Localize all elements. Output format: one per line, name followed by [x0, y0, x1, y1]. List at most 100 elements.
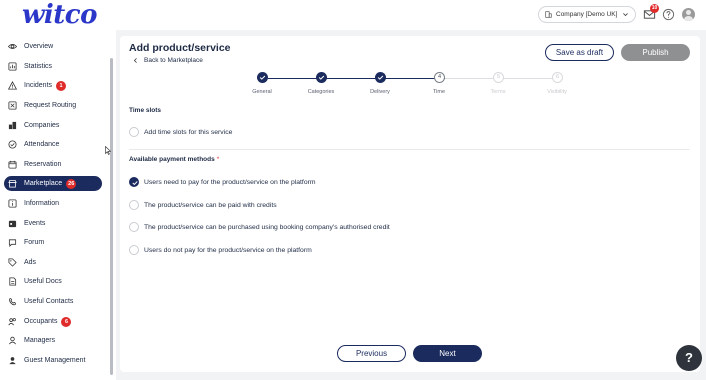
required-mark: * [216, 156, 220, 163]
check-icon [318, 75, 325, 80]
payment-option-platform[interactable]: Users need to pay for the product/servic… [129, 177, 316, 187]
payment-option-company-credit[interactable]: The product/service can be purchased usi… [129, 222, 390, 232]
step-label-general: General [252, 89, 272, 95]
payment-option-label: Users do not pay for the product/service… [144, 246, 312, 254]
calendar-icon [8, 160, 17, 169]
sidebar-item-label: Overview [24, 43, 54, 50]
step-general[interactable] [257, 72, 268, 83]
payment-methods-title: Available payment methods [129, 156, 215, 163]
save-as-draft-button[interactable]: Save as draft [545, 44, 614, 61]
sidebar-item-occupants[interactable]: Occupants 6 [4, 314, 102, 329]
payment-radio-free[interactable] [129, 245, 139, 255]
marketplace-badge: 26 [66, 178, 77, 189]
sidebar-item-useful-docs[interactable]: Useful Docs [4, 274, 102, 289]
sidebar-item-events[interactable]: Events [4, 216, 102, 231]
payment-option-credits[interactable]: The product/service can be paid with cre… [129, 200, 277, 210]
company-selector[interactable]: Company [Demo UK] [538, 6, 636, 23]
sidebar-item-label: Occupants [24, 318, 58, 325]
sidebar-item-forum[interactable]: Forum [4, 235, 102, 250]
sidebar-item-ads[interactable]: Ads [4, 255, 102, 270]
step-label-time: Time [432, 89, 446, 95]
chevron-down-icon [623, 13, 628, 17]
back-to-marketplace-link[interactable]: Back to Marketplace [132, 57, 203, 64]
sidebar-item-marketplace[interactable]: Marketplace 26 [4, 176, 102, 191]
sidebar-item-reservation[interactable]: Reservation [4, 157, 102, 172]
mouse-cursor-icon [105, 146, 111, 155]
events-icon [8, 220, 17, 228]
payment-option-free[interactable]: Users do not pay for the product/service… [129, 245, 312, 255]
sidebar-scrollbar[interactable] [110, 58, 113, 375]
sidebar-item-label: Statistics [24, 63, 53, 70]
company-name: Company [Demo UK] [556, 11, 618, 18]
page-title: Add product/service [129, 42, 231, 54]
contacts-icon [9, 298, 16, 306]
document-icon [9, 277, 17, 286]
sidebar-item-managers[interactable]: Managers [4, 333, 102, 348]
sidebar-item-label: Events [24, 220, 46, 227]
sidebar-item-statistics[interactable]: Statistics [4, 59, 102, 74]
sidebar-item-label: Request Routing [24, 102, 77, 109]
payment-option-label: The product/service can be purchased usi… [144, 223, 390, 231]
add-product-card: Add product/service Back to Marketplace … [120, 36, 700, 372]
payment-radio-credits[interactable] [129, 200, 139, 210]
sidebar-item-label: Managers [24, 337, 56, 344]
sidebar-item-overview[interactable]: Overview [4, 39, 102, 54]
step-terms[interactable]: 5 [493, 72, 504, 83]
payment-option-label: Users need to pay for the product/servic… [144, 178, 316, 186]
top-bar: witco Company [Demo UK] 10 [0, 0, 706, 30]
check-icon [131, 180, 138, 185]
warning-icon [8, 81, 17, 90]
guest-icon [9, 357, 16, 365]
sidebar-item-label: Reservation [24, 161, 62, 168]
step-label-visibility: Visibility [547, 89, 567, 95]
witco-logo[interactable]: witco [22, 0, 97, 30]
step-categories[interactable] [316, 72, 327, 83]
time-slots-option[interactable]: Add time slots for this service [129, 127, 232, 137]
previous-button[interactable]: Previous [337, 345, 406, 362]
publish-button[interactable]: Publish [621, 44, 690, 61]
time-slots-label: Time slots [129, 107, 162, 114]
sidebar-item-attendance[interactable]: Attendance [4, 137, 102, 152]
sidebar-item-useful-contacts[interactable]: Useful Contacts [4, 294, 102, 309]
sidebar-item-guest-management[interactable]: Guest Management [4, 353, 102, 368]
step-visibility[interactable]: 6 [552, 72, 563, 83]
chevron-left-icon [133, 58, 137, 63]
users-icon [8, 318, 16, 326]
tag-icon [8, 258, 17, 267]
payment-radio-company-credit[interactable] [129, 222, 139, 232]
chat-icon [8, 239, 17, 247]
sidebar-item-information[interactable]: Information [4, 196, 102, 211]
step-label-delivery: Delivery [370, 89, 390, 95]
payment-option-label: The product/service can be paid with cre… [144, 201, 277, 209]
sidebar-item-label: Ads [24, 259, 37, 266]
mail-count-badge: 10 [650, 4, 659, 13]
sidebar-item-request-routing[interactable]: Request Routing [4, 98, 102, 113]
help-circle-icon[interactable] [662, 8, 675, 21]
user-icon [9, 336, 16, 345]
sidebar-item-incidents[interactable]: Incidents 1 [4, 78, 102, 93]
incidents-badge: 1 [56, 80, 67, 91]
next-button[interactable]: Next [413, 345, 482, 362]
sidebar-item-label: Useful Contacts [24, 298, 74, 305]
sidebar-item-label: Incidents [24, 82, 53, 89]
sidebar-item-companies[interactable]: Companies [4, 118, 102, 133]
store-icon [8, 179, 17, 188]
check-icon [377, 75, 384, 80]
step-label-categories: Categories [307, 89, 335, 95]
help-button[interactable]: ? [676, 345, 702, 371]
sidebar-item-label: Useful Docs [24, 278, 62, 285]
check-circle-icon [8, 140, 17, 149]
sidebar-item-label: Forum [24, 239, 45, 246]
time-slots-radio[interactable] [129, 127, 139, 137]
step-delivery[interactable] [375, 72, 386, 83]
companies-icon [8, 121, 17, 130]
sidebar-item-label: Marketplace [24, 180, 63, 187]
avatar[interactable] [682, 8, 695, 21]
building-icon [545, 11, 552, 18]
step-time[interactable]: 4 [434, 72, 445, 83]
back-label: Back to Marketplace [144, 57, 203, 64]
payment-radio-platform[interactable] [129, 177, 139, 187]
payment-methods-label: Available payment methods * [129, 156, 219, 163]
routing-icon [8, 101, 17, 110]
section-divider [129, 149, 690, 150]
